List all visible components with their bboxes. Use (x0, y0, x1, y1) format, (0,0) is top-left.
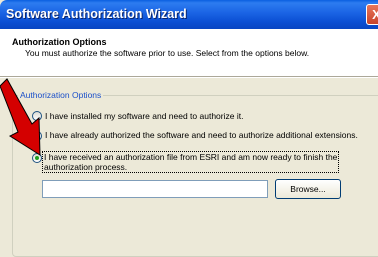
title-bar: Software Authorization Wizard X (0, 0, 378, 29)
page-title: Authorization Options (12, 37, 107, 47)
wizard-header: Authorization Options You must authorize… (0, 29, 378, 77)
header-divider (0, 77, 378, 78)
option-authorize-extensions-label[interactable]: I have already authorized the software a… (45, 130, 358, 140)
browse-button[interactable]: Browse... (275, 179, 341, 199)
window-title: Software Authorization Wizard (6, 7, 187, 21)
option-received-file-line2: authorization process. (44, 162, 128, 172)
option-received-file-line1: I have received an authorization file fr… (44, 152, 338, 162)
close-button[interactable]: X (366, 4, 378, 25)
authorization-file-input[interactable] (42, 180, 268, 198)
red-arrow-icon (0, 78, 41, 156)
page-subtitle: You must authorize the software prior to… (25, 48, 310, 58)
option-install-authorize-label[interactable]: I have installed my software and need to… (45, 111, 243, 121)
close-icon: X (372, 7, 378, 22)
option-received-file-label[interactable]: I have received an authorization file fr… (42, 151, 340, 173)
